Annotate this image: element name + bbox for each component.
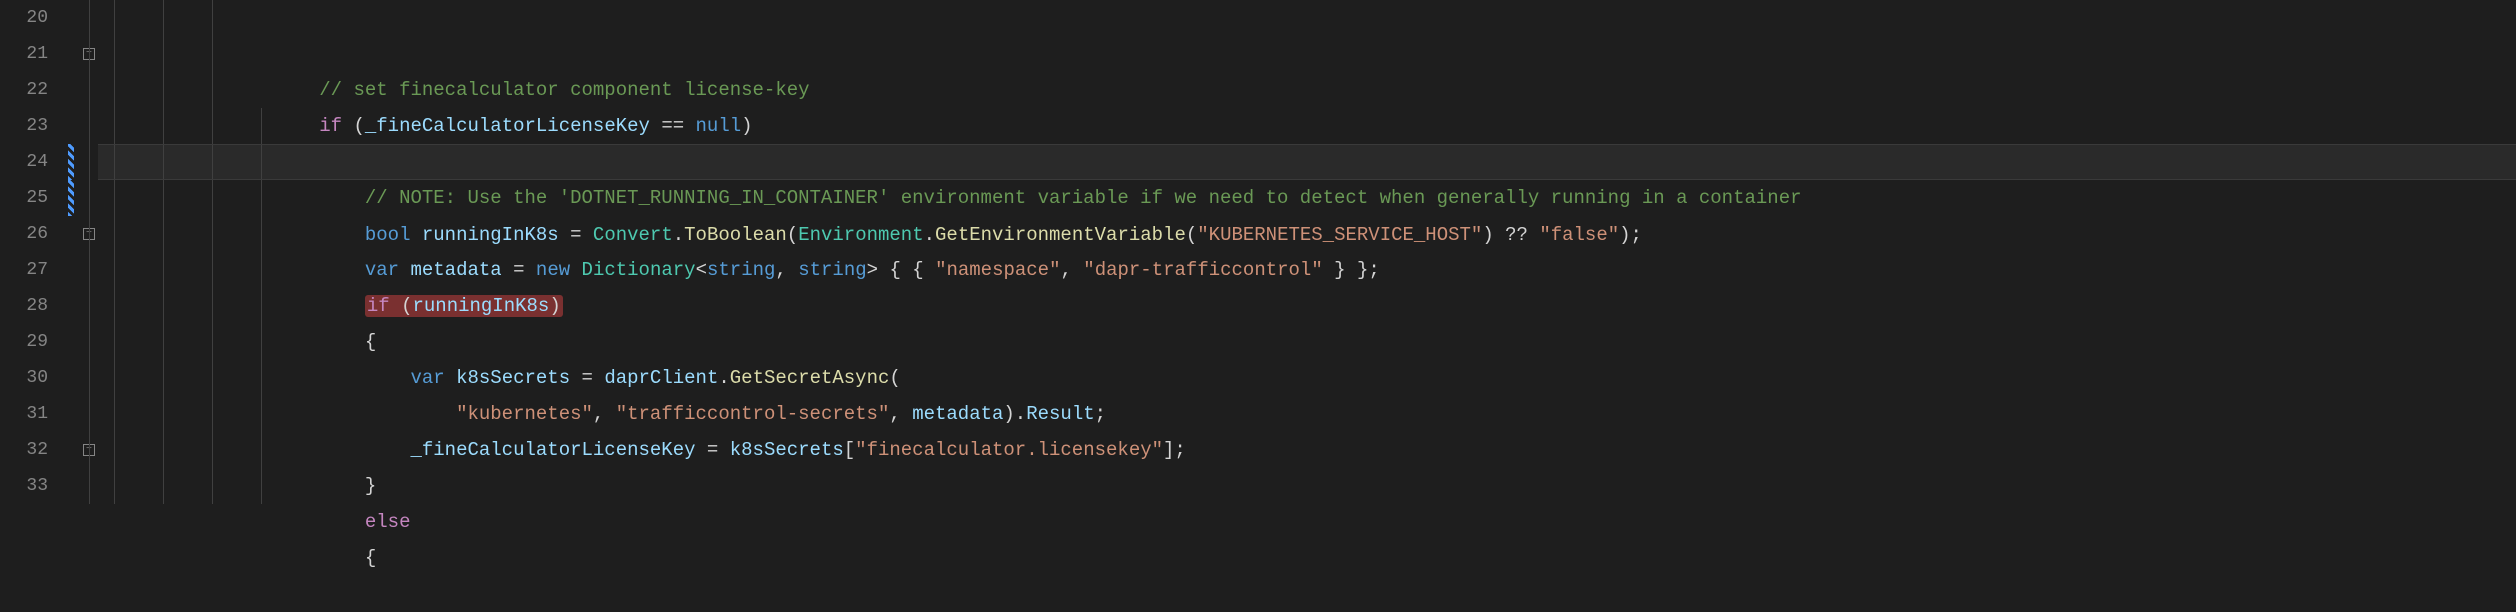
line-number[interactable]: 33 (0, 468, 48, 504)
glyph-margin (60, 0, 80, 516)
code-line[interactable]: else (98, 432, 2516, 468)
line-number[interactable]: 30 (0, 360, 48, 396)
line-number[interactable]: 31 (0, 396, 48, 432)
fold-margin: − − − (80, 0, 98, 516)
code-line[interactable]: if (_fineCalculatorLicenseKey == null) (98, 36, 2516, 72)
line-number[interactable]: 27 (0, 252, 48, 288)
line-number[interactable]: 29 (0, 324, 48, 360)
code-line[interactable]: { (98, 468, 2516, 504)
code-line[interactable]: { (98, 252, 2516, 288)
code-line[interactable]: if (runningInK8s) (98, 216, 2516, 252)
code-line[interactable]: var k8sSecrets = daprClient.GetSecretAsy… (98, 288, 2516, 324)
line-number[interactable]: 25 (0, 180, 48, 216)
code-line[interactable]: // NOTE: Use the 'DOTNET_RUNNING_IN_CONT… (98, 108, 2516, 144)
code-line[interactable]: { (98, 72, 2516, 108)
code-line[interactable]: } (98, 396, 2516, 432)
code-line[interactable]: _fineCalculatorLicenseKey = k8sSecrets["… (98, 360, 2516, 396)
line-number[interactable]: 20 (0, 0, 48, 36)
line-number[interactable]: 23 (0, 108, 48, 144)
keyword: else (365, 511, 411, 533)
line-number-column: 20 21 22 23 24 25 26 27 28 29 30 31 32 3… (0, 0, 60, 516)
editor-gutter: 20 21 22 23 24 25 26 27 28 29 30 31 32 3… (0, 0, 98, 516)
code-content[interactable]: // set finecalculator component license-… (98, 0, 2516, 516)
code-line[interactable]: "kubernetes", "trafficcontrol-secrets", … (98, 324, 2516, 360)
line-number[interactable]: 32 (0, 432, 48, 468)
line-number[interactable]: 24 (0, 144, 48, 180)
code-line[interactable]: var metadata = new Dictionary<string, st… (98, 180, 2516, 216)
edit-marker (68, 144, 74, 180)
edit-marker (68, 180, 74, 216)
code-line-active[interactable]: bool runningInK8s = Convert.ToBoolean(En… (98, 144, 2516, 180)
line-number[interactable]: 21 (0, 36, 48, 72)
line-number[interactable]: 22 (0, 72, 48, 108)
code-line[interactable]: // set finecalculator component license-… (98, 0, 2516, 36)
line-number[interactable]: 26 (0, 216, 48, 252)
code-editor: 20 21 22 23 24 25 26 27 28 29 30 31 32 3… (0, 0, 2516, 516)
line-number[interactable]: 28 (0, 288, 48, 324)
